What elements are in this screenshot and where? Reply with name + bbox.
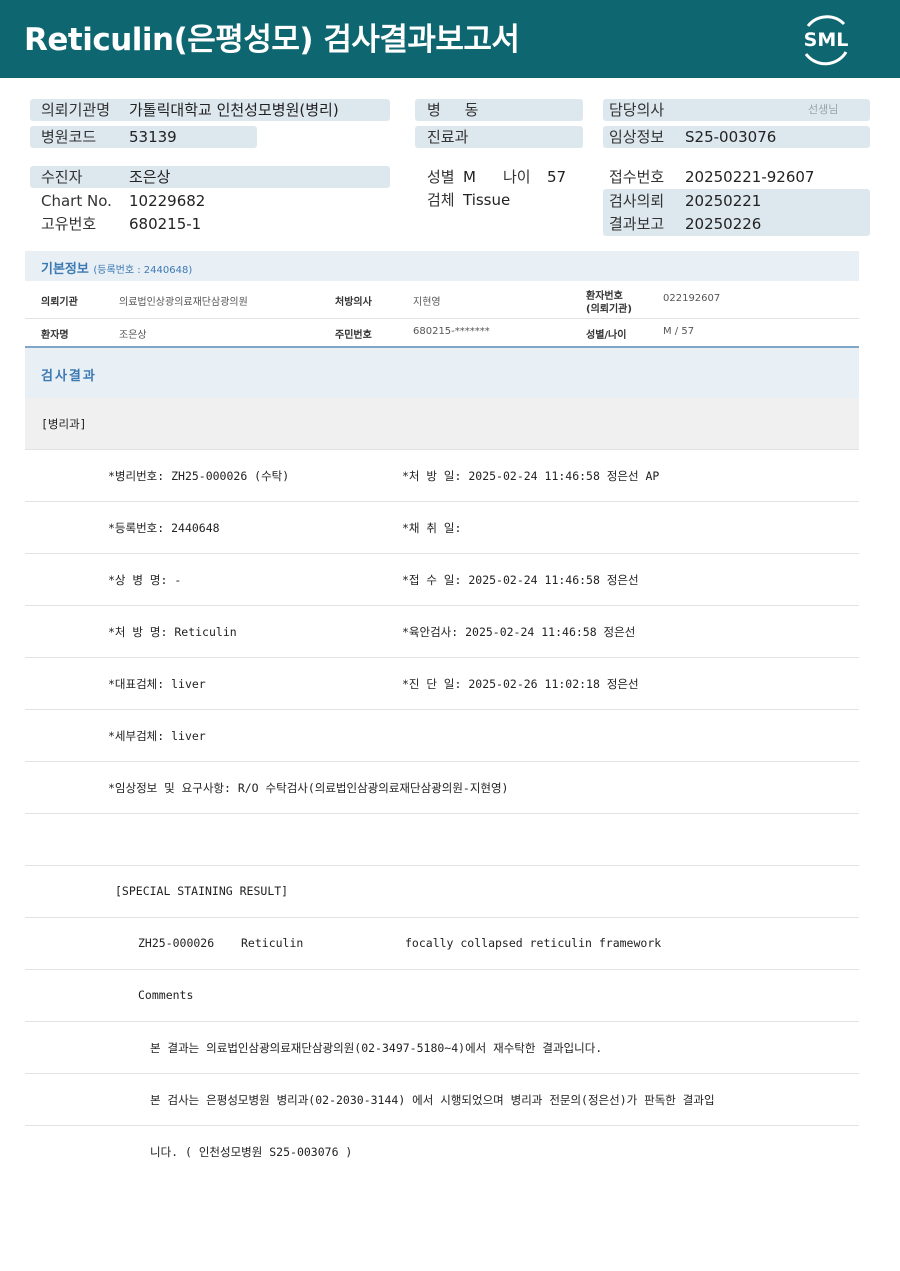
result-right: *진 단 일: 2025-02-26 11:02:18 정은선: [402, 677, 639, 691]
doctor-suffix: 선생님: [808, 103, 839, 116]
request-date-label: 검사의뢰: [609, 192, 665, 210]
cell-value: 조은상: [119, 330, 147, 341]
cell-value: 지현영: [413, 297, 441, 308]
cell-key: (의뢰기관): [586, 304, 632, 315]
sml-logo: SML: [804, 15, 849, 66]
report-date-label: 결과보고: [609, 215, 665, 233]
result-left: *처 방 명: Reticulin: [108, 625, 237, 639]
sex-value: M: [463, 168, 476, 186]
result-left: *상 병 명: -: [108, 573, 182, 587]
report-date-value: 20250226: [685, 215, 762, 233]
special-staining-row: [SPECIAL STAINING RESULT]: [25, 866, 859, 918]
clinical-info-value: S25-003076: [685, 128, 777, 146]
patient-label: 수진자: [41, 168, 83, 186]
cell-value: 680215-*******: [413, 326, 490, 337]
result-row: *세부검체: liver: [25, 710, 859, 762]
stain-result: focally collapsed reticulin framework: [405, 936, 662, 950]
comment-text: 니다. ( 인천성모병원 S25-003076 ): [150, 1145, 353, 1159]
unique-number-value: 680215-1: [129, 215, 202, 233]
result-row: *등록번호: 2440648 *채 취 일:: [25, 502, 859, 554]
chart-label: Chart No.: [41, 192, 112, 210]
basic-info-row-1: 의뢰기관 의료법인상광의료재단삼광의원 처방의사 지현영 환자번호 (의뢰기관)…: [25, 281, 859, 319]
stain-id: ZH25-000026: [138, 936, 215, 950]
stain-result-row: ZH25-000026 Reticulin focally collapsed …: [25, 918, 859, 970]
cell-key: 성별/나이: [586, 330, 627, 341]
comment-row: 니다. ( 인천성모병원 S25-003076 ): [25, 1126, 859, 1178]
requesting-org-label: 의뢰기관명: [41, 101, 111, 119]
comments-row: Comments: [25, 970, 859, 1022]
special-staining-title: [SPECIAL STAINING RESULT]: [115, 884, 289, 898]
request-date-value: 20250221: [685, 192, 762, 210]
registration-number: (등록번호 : 2440648): [93, 265, 193, 276]
cell-key: 의뢰기관: [41, 297, 78, 308]
result-row: *대표검체: liver *진 단 일: 2025-02-26 11:02:18…: [25, 658, 859, 710]
svg-text:SML: SML: [804, 29, 849, 51]
ward-label: 병 동: [427, 101, 479, 119]
result-row: *처 방 명: Reticulin *육안검사: 2025-02-24 11:4…: [25, 606, 859, 658]
comment-text: 본 결과는 의료법인삼광의료재단삼광의원(02-3497-5180~4)에서 재…: [150, 1041, 603, 1055]
results-title: 검사결과: [41, 369, 97, 384]
specimen-value: Tissue: [463, 191, 511, 209]
cell-value: 의료법인상광의료재단삼광의원: [119, 297, 248, 308]
department-row: [병리과]: [25, 398, 859, 450]
specimen-label: 검체: [427, 191, 455, 209]
cell-value: M / 57: [663, 326, 695, 337]
hospital-code-value: 53139: [129, 128, 177, 146]
result-row: *병리번호: ZH25-000026 (수탁) *처 방 일: 2025-02-…: [25, 450, 859, 502]
receipt-label: 접수번호: [609, 168, 665, 186]
sex-label: 성별: [427, 168, 455, 186]
cell-key: 주민번호: [335, 330, 372, 341]
basic-info-title: 기본정보: [41, 262, 89, 277]
age-value: 57: [547, 168, 567, 186]
cell-value: 022192607: [663, 293, 721, 304]
result-left: *세부검체: liver: [108, 729, 206, 743]
clinical-info-label: 임상정보: [609, 128, 665, 146]
report-title: Reticulin(은평성모) 검사결과보고서: [24, 22, 520, 58]
stain-name: Reticulin: [241, 936, 304, 950]
hospital-code-label: 병원코드: [41, 128, 97, 146]
result-left: *병리번호: ZH25-000026 (수탁): [108, 469, 290, 483]
blank-row: [25, 814, 859, 866]
result-right: *채 취 일:: [402, 521, 462, 535]
chart-value: 10229682: [129, 192, 206, 210]
cell-key: 처방의사: [335, 297, 372, 308]
result-left: *등록번호: 2440648: [108, 521, 220, 535]
unique-number-label: 고유번호: [41, 215, 97, 233]
requesting-org-value: 가톨릭대학교 인천성모병원(병리): [129, 101, 339, 119]
report-header: Reticulin(은평성모) 검사결과보고서 SML: [0, 0, 900, 78]
patient-row: [30, 166, 390, 188]
results-header: 검사결과: [25, 346, 859, 398]
doctor-label: 담당의사: [609, 101, 665, 119]
dept-label: 진료과: [427, 128, 469, 146]
result-right: *육안검사: 2025-02-24 11:46:58 정은선: [402, 625, 636, 639]
cell-key: 환자명: [41, 330, 69, 341]
department-label: [병리과]: [41, 417, 87, 431]
basic-info-row-2: 환자명 조은상 주민번호 680215-******* 성별/나이 M / 57: [25, 319, 859, 346]
basic-info-header: 기본정보 (등록번호 : 2440648): [25, 251, 859, 281]
result-row: *상 병 명: - *접 수 일: 2025-02-24 11:46:58 정은…: [25, 554, 859, 606]
comment-row: 본 검사는 은평성모병원 병리과(02-2030-3144) 에서 시행되었으며…: [25, 1074, 859, 1126]
comment-text: 본 검사는 은평성모병원 병리과(02-2030-3144) 에서 시행되었으며…: [150, 1093, 715, 1107]
result-left: *대표검체: liver: [108, 677, 206, 691]
comment-row: 본 결과는 의료법인삼광의료재단삼광의원(02-3497-5180~4)에서 재…: [25, 1022, 859, 1074]
result-left: *임상정보 및 요구사항: R/O 수탁검사(의료법인삼광의료재단삼광의원-지현…: [108, 781, 509, 795]
result-right: *처 방 일: 2025-02-24 11:46:58 정은선 AP: [402, 469, 660, 483]
result-right: *접 수 일: 2025-02-24 11:46:58 정은선: [402, 573, 639, 587]
receipt-value: 20250221-92607: [685, 168, 815, 186]
age-label: 나이: [503, 168, 531, 186]
result-row: *임상정보 및 요구사항: R/O 수탁검사(의료법인삼광의료재단삼광의원-지현…: [25, 762, 859, 814]
patient-value: 조은상: [129, 168, 171, 186]
comments-label: Comments: [138, 988, 194, 1002]
